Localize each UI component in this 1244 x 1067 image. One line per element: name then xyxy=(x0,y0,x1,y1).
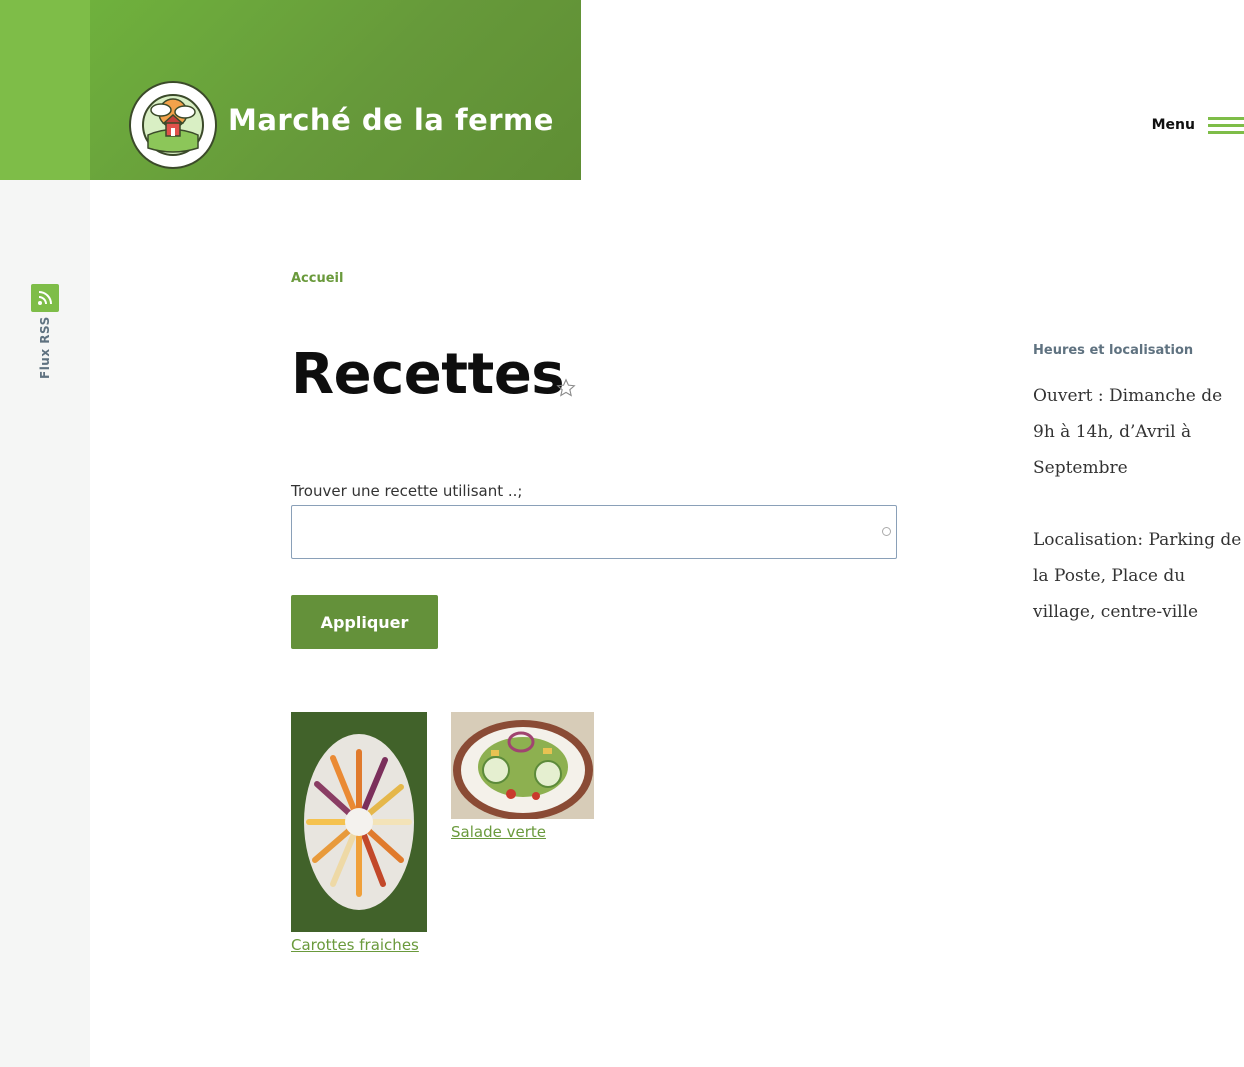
autocomplete-throbber-icon xyxy=(882,527,891,536)
salad-photo[interactable] xyxy=(451,712,594,819)
site-title[interactable]: Marché de la ferme xyxy=(228,103,554,137)
menu-button[interactable]: Menu xyxy=(1152,113,1244,137)
site-branding[interactable]: Marché de la ferme xyxy=(90,0,581,180)
rss-icon[interactable] xyxy=(31,284,59,312)
menu-label[interactable]: Menu xyxy=(1152,117,1195,133)
location-text: Localisation: Parking de la Poste, Place… xyxy=(1033,530,1242,622)
left-sidebar-header xyxy=(0,0,90,180)
farm-market-logo[interactable] xyxy=(128,80,218,170)
breadcrumb-home[interactable]: Accueil xyxy=(291,271,343,286)
opening-hours: Ouvert : Dimanche de 9h à 14h, d’Avril à… xyxy=(1033,386,1223,478)
hamburger-icon[interactable] xyxy=(1208,115,1244,135)
sidebar-title: Heures et localisation xyxy=(1033,343,1194,358)
recipe-link-carrots[interactable]: Carottes fraiches xyxy=(291,936,419,954)
recipe-link-salad[interactable]: Salade verte xyxy=(451,823,546,841)
page-title: Recettes xyxy=(291,342,565,407)
star-icon[interactable] xyxy=(556,378,576,398)
apply-button[interactable]: Appliquer xyxy=(291,595,438,649)
rss-label[interactable]: Flux RSS xyxy=(38,316,52,379)
search-label: Trouver une recette utilisant ..; xyxy=(291,482,523,500)
recipe-search-input[interactable] xyxy=(291,505,897,559)
carrots-photo[interactable] xyxy=(291,712,427,932)
